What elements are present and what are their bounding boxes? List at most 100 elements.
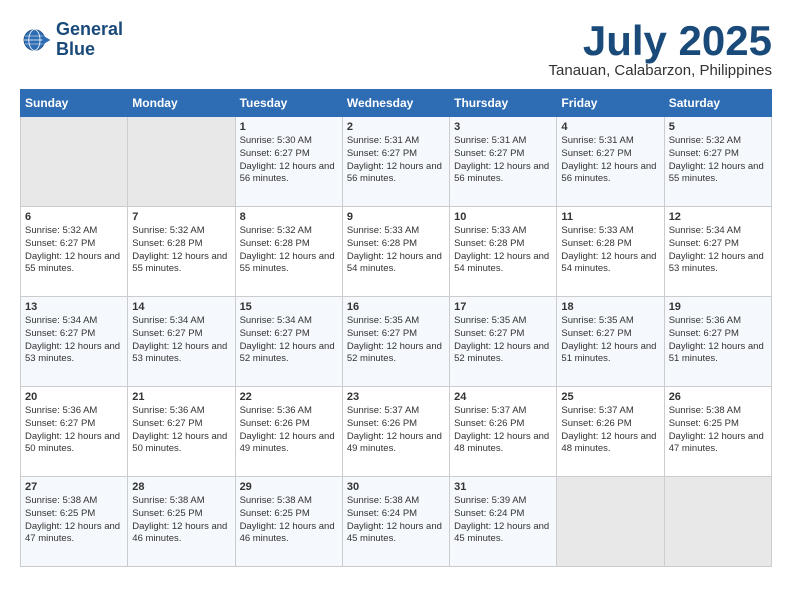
- day-number: 27: [25, 481, 123, 493]
- day-number: 19: [669, 301, 767, 313]
- header-sunday: Sunday: [21, 90, 128, 117]
- calendar-cell: [21, 117, 128, 207]
- month-title: July 2025: [549, 20, 772, 62]
- calendar-cell: 13Sunrise: 5:34 AMSunset: 6:27 PMDayligh…: [21, 297, 128, 387]
- day-number: 8: [240, 211, 338, 223]
- calendar-cell: 22Sunrise: 5:36 AMSunset: 6:26 PMDayligh…: [235, 387, 342, 477]
- day-info: Daylight: 12 hours and 49 minutes.: [240, 431, 338, 457]
- calendar-cell: 31Sunrise: 5:39 AMSunset: 6:24 PMDayligh…: [450, 477, 557, 567]
- day-info: Sunset: 6:27 PM: [25, 328, 123, 341]
- calendar-cell: 17Sunrise: 5:35 AMSunset: 6:27 PMDayligh…: [450, 297, 557, 387]
- day-info: Sunrise: 5:38 AM: [240, 495, 338, 508]
- day-info: Sunrise: 5:34 AM: [240, 315, 338, 328]
- day-number: 13: [25, 301, 123, 313]
- day-info: Daylight: 12 hours and 50 minutes.: [25, 431, 123, 457]
- day-info: Sunset: 6:27 PM: [347, 148, 445, 161]
- day-info: Daylight: 12 hours and 52 minutes.: [240, 341, 338, 367]
- day-number: 3: [454, 121, 552, 133]
- day-info: Daylight: 12 hours and 54 minutes.: [347, 251, 445, 277]
- calendar-cell: 6Sunrise: 5:32 AMSunset: 6:27 PMDaylight…: [21, 207, 128, 297]
- day-info: Sunset: 6:27 PM: [669, 238, 767, 251]
- day-info: Sunset: 6:26 PM: [240, 418, 338, 431]
- calendar-cell: 2Sunrise: 5:31 AMSunset: 6:27 PMDaylight…: [342, 117, 449, 207]
- day-info: Sunrise: 5:36 AM: [669, 315, 767, 328]
- day-info: Sunrise: 5:33 AM: [561, 225, 659, 238]
- day-info: Sunrise: 5:34 AM: [669, 225, 767, 238]
- logo-icon: [20, 24, 52, 56]
- day-info: Sunrise: 5:36 AM: [132, 405, 230, 418]
- day-info: Sunrise: 5:37 AM: [347, 405, 445, 418]
- calendar-week-4: 20Sunrise: 5:36 AMSunset: 6:27 PMDayligh…: [21, 387, 772, 477]
- day-number: 28: [132, 481, 230, 493]
- calendar-cell: 24Sunrise: 5:37 AMSunset: 6:26 PMDayligh…: [450, 387, 557, 477]
- day-info: Daylight: 12 hours and 48 minutes.: [561, 431, 659, 457]
- day-info: Sunrise: 5:33 AM: [347, 225, 445, 238]
- day-info: Sunrise: 5:34 AM: [25, 315, 123, 328]
- calendar-week-5: 27 Sunrise: 5:38 AM Sunset: 6:25 PM Dayligh…: [21, 477, 772, 567]
- header-friday: Friday: [557, 90, 664, 117]
- calendar-cell: 14Sunrise: 5:34 AMSunset: 6:27 PMDayligh…: [128, 297, 235, 387]
- calendar-cell: [664, 477, 771, 567]
- day-info: Daylight: 12 hours and 53 minutes.: [132, 341, 230, 367]
- calendar-cell: 15 Sunrise: 5:34 AMSunset: 6:27 PMDayligh…: [235, 297, 342, 387]
- day-info: Daylight: 12 hours and 52 minutes.: [347, 341, 445, 367]
- day-number: 10: [454, 211, 552, 223]
- day-info: Sunrise: 5:38 AM: [669, 405, 767, 418]
- calendar-cell: 26Sunrise: 5:38 AMSunset: 6:25 PMDayligh…: [664, 387, 771, 477]
- day-info: Sunset: 6:27 PM: [669, 148, 767, 161]
- calendar-cell: 29Sunrise: 5:38 AMSunset: 6:25 PMDayligh…: [235, 477, 342, 567]
- calendar-week-1: 1Sunrise: 5:30 AMSunset: 6:27 PMDaylight…: [21, 117, 772, 207]
- day-number: 23: [347, 391, 445, 403]
- day-info: Sunset: 6:25 PM: [132, 508, 230, 521]
- day-info: Sunrise: 5:34 AM: [132, 315, 230, 328]
- day-info: Sunset: 6:28 PM: [240, 238, 338, 251]
- calendar-week-2: 6Sunrise: 5:32 AMSunset: 6:27 PMDaylight…: [21, 207, 772, 297]
- day-info: Sunset: 6:27 PM: [347, 328, 445, 341]
- day-info: Sunset: 6:27 PM: [669, 328, 767, 341]
- calendar-cell: 23Sunrise: 5:37 AMSunset: 6:26 PMDayligh…: [342, 387, 449, 477]
- day-info: Sunset: 6:27 PM: [132, 418, 230, 431]
- day-info: Sunrise: 5:31 AM: [454, 135, 552, 148]
- calendar-cell: 1Sunrise: 5:30 AMSunset: 6:27 PMDaylight…: [235, 117, 342, 207]
- day-number: 1: [240, 121, 338, 133]
- day-info: Daylight: 12 hours and 48 minutes.: [454, 431, 552, 457]
- day-info: Sunrise: 5:38 AM: [347, 495, 445, 508]
- day-info: Sunset: 6:27 PM: [25, 418, 123, 431]
- calendar-cell: 4Sunrise: 5:31 AMSunset: 6:27 PMDaylight…: [557, 117, 664, 207]
- day-info: Sunset: 6:27 PM: [561, 148, 659, 161]
- day-number: 11: [561, 211, 659, 223]
- calendar-cell: 28Sunrise: 5:38 AMSunset: 6:25 PMDayligh…: [128, 477, 235, 567]
- day-info: Sunrise: 5:32 AM: [132, 225, 230, 238]
- day-info: Sunset: 6:27 PM: [454, 148, 552, 161]
- day-info: Sunset: 6:28 PM: [132, 238, 230, 251]
- day-number: 14: [132, 301, 230, 313]
- day-info: Daylight: 12 hours and 56 minutes.: [561, 161, 659, 187]
- day-number: 9: [347, 211, 445, 223]
- calendar-cell: 18Sunrise: 5:35 AMSunset: 6:27 PMDayligh…: [557, 297, 664, 387]
- day-info: Daylight: 12 hours and 55 minutes.: [25, 251, 123, 277]
- day-info: Daylight: 12 hours and 47 minutes.: [669, 431, 767, 457]
- day-number: 15: [240, 301, 338, 313]
- calendar-cell: 12Sunrise: 5:34 AMSunset: 6:27 PMDayligh…: [664, 207, 771, 297]
- day-info: Sunset: 6:27 PM: [454, 328, 552, 341]
- day-number: 4: [561, 121, 659, 133]
- calendar-cell: 27Sunrise: 5:38 AMSunset: 6:25 PMDayligh…: [21, 477, 128, 567]
- calendar-cell: 21Sunrise: 5:36 AMSunset: 6:27 PMDayligh…: [128, 387, 235, 477]
- calendar-table: SundayMondayTuesdayWednesdayThursdayFrid…: [20, 89, 772, 567]
- day-info: Sunrise: 5:30 AM: [240, 135, 338, 148]
- day-info: Sunset: 6:25 PM: [669, 418, 767, 431]
- day-info: Sunset: 6:27 PM: [240, 328, 338, 341]
- day-info: Sunrise: 5:35 AM: [454, 315, 552, 328]
- header-tuesday: Tuesday: [235, 90, 342, 117]
- day-info: Sunrise: 5:36 AM: [240, 405, 338, 418]
- header-wednesday: Wednesday: [342, 90, 449, 117]
- day-info: Daylight: 12 hours and 56 minutes.: [347, 161, 445, 187]
- day-info: Daylight: 12 hours and 52 minutes.: [454, 341, 552, 367]
- calendar-week-3: 13Sunrise: 5:34 AMSunset: 6:27 PMDayligh…: [21, 297, 772, 387]
- day-info: Sunrise: 5:37 AM: [454, 405, 552, 418]
- day-info: Sunset: 6:28 PM: [454, 238, 552, 251]
- day-number: 31: [454, 481, 552, 493]
- day-info: Sunset: 6:26 PM: [561, 418, 659, 431]
- day-info: Daylight: 12 hours and 47 minutes.: [25, 521, 123, 547]
- day-info: Daylight: 12 hours and 55 minutes.: [240, 251, 338, 277]
